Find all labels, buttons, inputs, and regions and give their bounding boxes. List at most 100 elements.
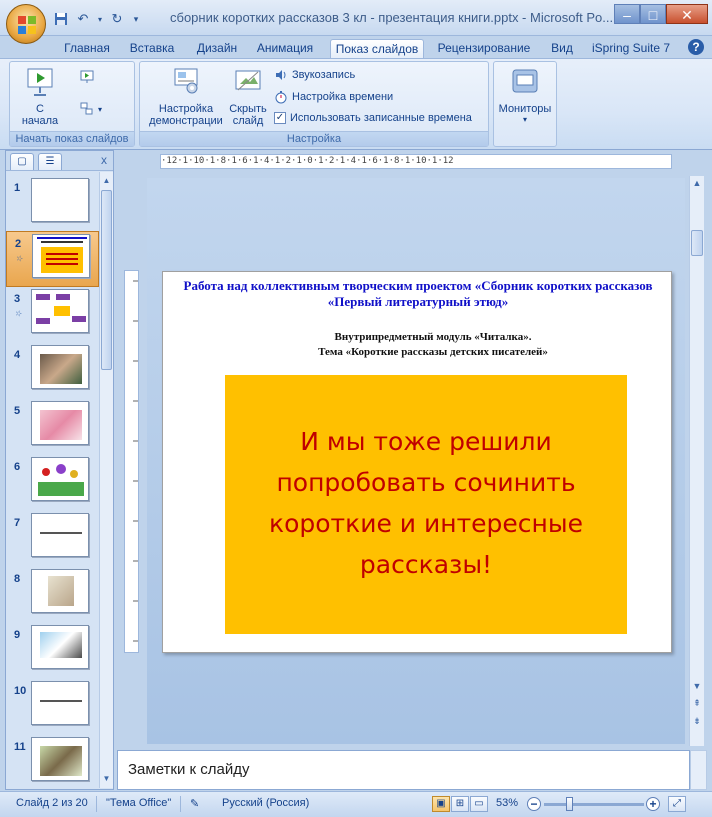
slide-thumbnail[interactable]: 3 ☆	[6, 287, 99, 343]
slide-thumbnail[interactable]: 1	[6, 176, 99, 232]
tab-view[interactable]: Вид	[546, 39, 578, 58]
slide-preview	[31, 345, 89, 389]
custom-show-icon	[80, 102, 93, 115]
zoom-slider-knob[interactable]	[566, 797, 573, 811]
slide-thumbnail[interactable]: 6	[6, 455, 99, 511]
chevron-down-icon: ▾	[522, 115, 527, 124]
tab-animation[interactable]: Анимация	[252, 39, 318, 58]
checkbox-checked-icon: ✓	[274, 112, 286, 124]
language-indicator[interactable]: Русский (Россия)	[222, 797, 309, 809]
scroll-up-icon[interactable]: ▲	[101, 174, 112, 188]
from-beginning-button[interactable]: С начала	[18, 66, 62, 127]
slide-thumbnail-selected[interactable]: 2 ☆	[6, 231, 99, 287]
slide-preview	[31, 625, 89, 669]
slide-thumbnail[interactable]: 10	[6, 679, 99, 735]
editor-scrollbar[interactable]: ▲ ▼ ⇞ ⇟	[689, 176, 704, 746]
next-slide-icon[interactable]: ⇟	[691, 716, 703, 727]
panel-tabs: ▢ ☰ x	[6, 151, 113, 171]
slide-thumbnail[interactable]: 8	[6, 567, 99, 623]
slide-title[interactable]: Работа над коллективным творческим проек…	[183, 278, 653, 310]
tab-slide-show[interactable]: Показ слайдов	[330, 39, 424, 58]
close-icon[interactable]: x	[101, 153, 107, 167]
customize-qat-icon[interactable]: ▾	[130, 10, 142, 28]
tab-design[interactable]: Дизайн	[190, 39, 244, 58]
slideshow-view-button[interactable]: ▭	[470, 796, 488, 812]
slide-preview	[32, 234, 90, 278]
scroll-up-icon[interactable]: ▲	[691, 178, 703, 188]
scroll-down-icon[interactable]: ▼	[691, 681, 703, 691]
tab-ispring[interactable]: iSpring Suite 7	[588, 39, 674, 58]
from-current-slide-button[interactable]	[80, 70, 94, 84]
slide-thumbnail[interactable]: 11	[6, 735, 99, 788]
zoom-out-button[interactable]: −	[527, 797, 541, 811]
slide-preview	[31, 289, 89, 333]
normal-view-button[interactable]: ▣	[432, 796, 450, 812]
fit-to-window-icon[interactable]: ⤢	[668, 796, 686, 812]
save-icon[interactable]	[52, 10, 70, 28]
office-logo-icon	[18, 16, 36, 34]
monitors-button[interactable]: Мониторы ▾	[496, 66, 554, 124]
ribbon: С начала ▾ Начать показ слайдов Настройк…	[0, 58, 712, 150]
redo-icon[interactable]: ↻	[108, 10, 126, 28]
spellcheck-icon[interactable]: ✎	[190, 797, 199, 810]
slides-panel: ▢ ☰ x 1 2 ☆ 3 ☆ 4 5 6 7 8 9 10 11 ▲ ▼	[5, 150, 114, 790]
undo-icon[interactable]: ↶	[74, 10, 92, 28]
theme-name[interactable]: "Тема Office"	[106, 797, 171, 809]
zoom-in-button[interactable]: +	[646, 797, 660, 811]
scrollbar-thumb[interactable]	[101, 190, 112, 370]
scrollbar-thumb[interactable]	[691, 230, 703, 256]
zoom-level[interactable]: 53%	[496, 797, 518, 809]
stopwatch-icon	[275, 91, 287, 104]
horizontal-ruler: ·12·1·10·1·8·1·6·1·4·1·2·1·0·1·2·1·4·1·6…	[160, 154, 672, 169]
tab-home[interactable]: Главная	[58, 39, 116, 58]
current-slide[interactable]: Работа над коллективным творческим проек…	[162, 271, 672, 653]
title-bar: ↶ ▾ ↻ ▾ сборник коротких рассказов 3 кл …	[0, 0, 712, 44]
scroll-down-icon[interactable]: ▼	[101, 772, 112, 786]
custom-show-button[interactable]: ▾	[80, 102, 102, 116]
group-label: Настройка	[140, 131, 488, 146]
tab-insert[interactable]: Вставка	[124, 39, 180, 58]
record-narration-button[interactable]: Звукозапись	[274, 68, 355, 82]
setup-show-icon	[174, 68, 198, 94]
slideshow-play-icon	[27, 68, 53, 96]
previous-slide-icon[interactable]: ⇞	[691, 698, 703, 709]
slide-preview	[31, 681, 89, 725]
notes-scrollbar[interactable]	[690, 750, 707, 790]
slide-thumbnail[interactable]: 7	[6, 511, 99, 567]
slide-preview	[31, 401, 89, 445]
rehearse-timings-button[interactable]: Настройка времени	[274, 90, 393, 104]
close-button[interactable]: ✕	[666, 4, 708, 24]
slide-thumbnail[interactable]: 4	[6, 343, 99, 399]
quick-access-toolbar: ↶ ▾ ↻ ▾	[52, 8, 142, 30]
slides-scrollbar[interactable]: ▲ ▼	[99, 172, 113, 788]
slides-tab-icon[interactable]: ▢	[10, 153, 34, 170]
outline-tab-icon[interactable]: ☰	[38, 153, 62, 170]
zoom-slider[interactable]	[544, 803, 644, 806]
ribbon-tabs: Главная Вставка Дизайн Анимация Показ сл…	[0, 36, 712, 58]
slide-sorter-button[interactable]: ⊞	[451, 796, 469, 812]
slide-subtitle[interactable]: Внутрипредметный модуль «Читалка». Тема …	[223, 330, 643, 360]
tab-review[interactable]: Рецензирование	[432, 39, 536, 58]
vertical-ruler	[124, 270, 139, 653]
minimize-button[interactable]: –	[614, 4, 640, 24]
notes-pane[interactable]: Заметки к слайду	[117, 750, 690, 790]
use-timings-checkbox[interactable]: ✓ Использовать записанные времена	[274, 112, 472, 124]
group-label: Начать показ слайдов	[10, 131, 134, 146]
monitors-icon	[512, 69, 538, 93]
window-title: сборник коротких рассказов 3 кл - презен…	[170, 10, 614, 25]
setup-slideshow-button[interactable]: Настройка демонстрации	[144, 66, 228, 127]
office-button[interactable]	[6, 4, 46, 44]
slide-preview	[31, 513, 89, 557]
undo-dropdown-icon[interactable]: ▾	[96, 10, 104, 28]
help-icon[interactable]: ?	[688, 39, 704, 55]
speaker-icon	[276, 70, 286, 80]
maximize-button[interactable]: □	[640, 4, 666, 24]
group-monitors: Мониторы ▾	[493, 61, 557, 147]
slide-preview	[31, 737, 89, 781]
slide-thumbnails: 1 2 ☆ 3 ☆ 4 5 6 7 8 9 10 11	[6, 172, 99, 788]
slide-thumbnail[interactable]: 5	[6, 399, 99, 455]
highlight-textbox[interactable]: И мы тоже решили попробовать сочинить ко…	[225, 375, 627, 634]
slide-thumbnail[interactable]: 9	[6, 623, 99, 679]
hide-slide-button[interactable]: Скрыть слайд	[226, 66, 270, 127]
highlight-text: И мы тоже решили попробовать сочинить ко…	[269, 427, 583, 579]
